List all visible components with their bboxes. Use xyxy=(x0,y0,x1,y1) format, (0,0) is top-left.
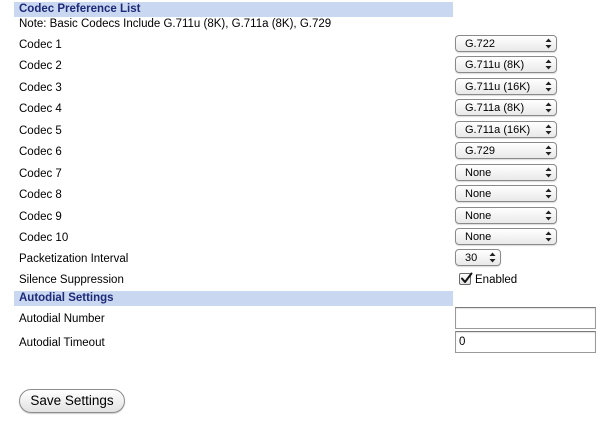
select-arrows-icon xyxy=(545,102,552,113)
select-arrows-icon xyxy=(545,81,552,92)
codec-8-label: Codec 8 xyxy=(19,189,62,201)
codec-7-select[interactable]: None xyxy=(455,164,557,181)
codec-6-select[interactable]: G.729 xyxy=(455,142,557,159)
codec-5-value: G.711a (16K) xyxy=(465,124,531,136)
codec-7-label: Codec 7 xyxy=(19,168,62,180)
silence-suppression-checkbox[interactable] xyxy=(459,272,473,285)
silence-suppression-label: Silence Suppression xyxy=(19,274,124,286)
codec-3-value: G.711u (16K) xyxy=(465,81,531,93)
codec-6-label: Codec 6 xyxy=(19,146,62,158)
codec-3-select[interactable]: G.711u (16K) xyxy=(455,78,557,95)
select-arrows-icon xyxy=(489,252,496,263)
codec-2-value: G.711u (8K) xyxy=(465,59,525,71)
codec-4-value: G.711a (8K) xyxy=(465,102,525,114)
codec-4-select[interactable]: G.711a (8K) xyxy=(455,99,557,116)
codec-2-select[interactable]: G.711u (8K) xyxy=(455,56,557,73)
codec-1-select[interactable]: G.722 xyxy=(455,35,557,52)
codec-preference-header: Codec Preference List xyxy=(14,2,453,17)
codec-10-select[interactable]: None xyxy=(455,228,557,245)
select-arrows-icon xyxy=(545,188,552,199)
codec-6-value: G.729 xyxy=(465,145,495,157)
codec-5-select[interactable]: G.711a (16K) xyxy=(455,121,557,138)
select-arrows-icon xyxy=(545,145,552,156)
codec-9-select[interactable]: None xyxy=(455,207,557,224)
codec-4-label: Codec 4 xyxy=(19,103,62,115)
codec-8-select[interactable]: None xyxy=(455,185,557,202)
select-arrows-icon xyxy=(545,38,552,49)
autodial-number-input[interactable] xyxy=(455,307,596,329)
codec-9-value: None xyxy=(465,210,492,222)
select-arrows-icon xyxy=(545,59,552,70)
codec-9-label: Codec 9 xyxy=(19,211,62,223)
autodial-timeout-input[interactable] xyxy=(455,331,596,353)
autodial-settings-header: Autodial Settings xyxy=(14,291,453,306)
packetization-interval-value: 30 xyxy=(465,252,478,264)
codec-10-value: None xyxy=(465,231,492,243)
autodial-number-label: Autodial Number xyxy=(19,313,105,325)
codec-5-label: Codec 5 xyxy=(19,125,62,137)
codec-10-label: Codec 10 xyxy=(19,232,69,244)
autodial-timeout-label: Autodial Timeout xyxy=(19,337,105,349)
save-settings-button[interactable]: Save Settings xyxy=(19,389,125,413)
select-arrows-icon xyxy=(545,124,552,135)
silence-suppression-enabled-label[interactable]: Enabled xyxy=(475,273,517,287)
codec-settings-page: Codec Preference List Note: Basic Codecs… xyxy=(0,0,611,423)
codec-2-label: Codec 2 xyxy=(19,60,62,72)
packetization-interval-select[interactable]: 30 xyxy=(455,249,501,266)
codec-3-label: Codec 3 xyxy=(19,82,62,94)
packetization-interval-label: Packetization Interval xyxy=(19,253,129,265)
codec-8-value: None xyxy=(465,188,492,200)
codec-7-value: None xyxy=(465,167,492,179)
checkmark-icon xyxy=(461,272,473,283)
codec-1-value: G.722 xyxy=(465,38,495,50)
select-arrows-icon xyxy=(545,167,552,178)
select-arrows-icon xyxy=(545,231,552,242)
codec-1-label: Codec 1 xyxy=(19,39,62,51)
codec-note: Note: Basic Codecs Include G.711u (8K), … xyxy=(19,18,332,30)
select-arrows-icon xyxy=(545,210,552,221)
